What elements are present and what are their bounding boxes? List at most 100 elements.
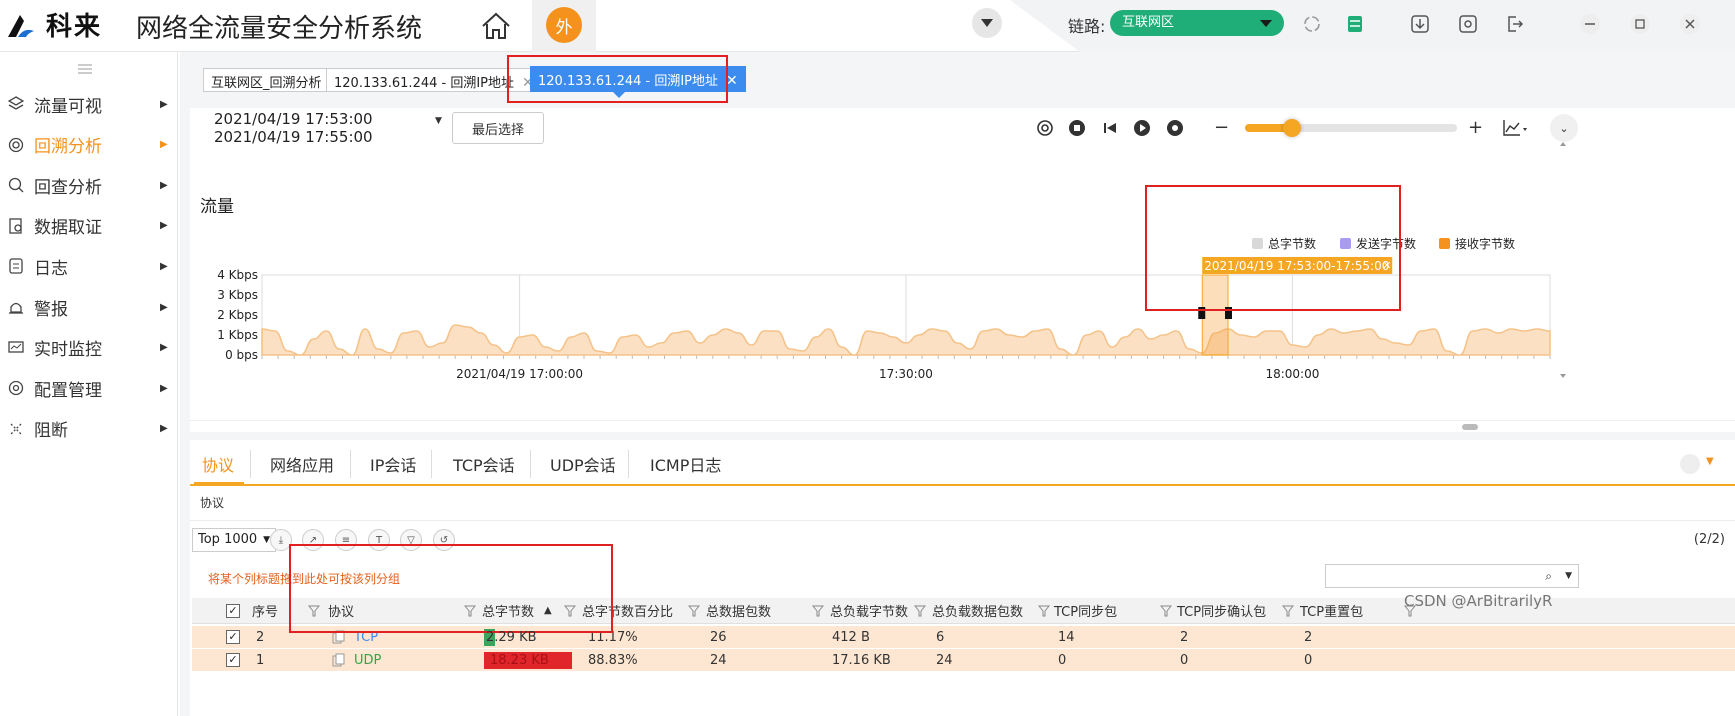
zoom-slider-thumb[interactable] bbox=[1282, 119, 1301, 137]
table-search-input[interactable]: ⌕ ▼ bbox=[1325, 564, 1579, 588]
checkbox[interactable]: ✓ bbox=[226, 603, 240, 618]
scrollbar-thumb[interactable] bbox=[1462, 424, 1478, 430]
sidebar-item[interactable]: 配置管理 ▶ bbox=[0, 366, 178, 410]
checkbox[interactable]: ✓ bbox=[226, 630, 240, 644]
zoom-out-button[interactable]: − bbox=[1214, 117, 1229, 138]
chevron-right-icon: ▶ bbox=[160, 423, 168, 435]
sidebar-item-label: 日志 bbox=[34, 258, 68, 279]
protocol-link[interactable]: UDP bbox=[354, 653, 381, 668]
col-header[interactable]: 序号 bbox=[252, 598, 278, 623]
filter-icon[interactable] bbox=[1038, 604, 1050, 618]
replay-icon[interactable] bbox=[1035, 118, 1055, 138]
sidebar-item[interactable]: 警报 ▶ bbox=[0, 285, 178, 329]
filter-icon[interactable] bbox=[1160, 604, 1172, 618]
search-icon[interactable]: ⌕ bbox=[1545, 569, 1552, 584]
table-row[interactable]: ✓ 1 UDP 18.23 KB 88.83% 24 17.16 KB 24 0… bbox=[192, 649, 1735, 671]
filter-icon[interactable] bbox=[914, 604, 926, 618]
sidebar-item[interactable]: 阻断 ▶ bbox=[0, 407, 178, 451]
tab-icmp-log[interactable]: ICMP日志 bbox=[650, 452, 721, 476]
home-icon bbox=[482, 12, 510, 39]
stop-icon[interactable] bbox=[1067, 118, 1087, 138]
sidebar-item-label: 阻断 bbox=[34, 421, 68, 442]
col-header[interactable]: 总数据包数 bbox=[706, 598, 771, 623]
sidebar-item[interactable]: 回溯分析 ▶ bbox=[0, 123, 178, 167]
col-header[interactable]: 总负载数据包数 bbox=[932, 598, 1023, 623]
filter-icon[interactable] bbox=[688, 604, 700, 618]
play-icon[interactable] bbox=[1132, 118, 1152, 138]
protocol-icon bbox=[332, 653, 345, 667]
step-back-icon[interactable] bbox=[1100, 118, 1120, 138]
tab-udp-session[interactable]: UDP会话 bbox=[550, 452, 616, 476]
tab-protocol[interactable]: 协议 bbox=[202, 452, 234, 476]
zoom-in-button[interactable]: + bbox=[1468, 117, 1483, 138]
filter-icon[interactable] bbox=[812, 604, 824, 618]
cell-no: 1 bbox=[256, 652, 265, 668]
row-checkbox-cell[interactable]: ✓ bbox=[226, 626, 240, 648]
chevron-down-icon[interactable]: ▼ bbox=[1565, 571, 1572, 581]
sidebar: 流量可视 ▶ 回溯分析 ▶ 回查分析 ▶ 数据取证 ▶ 日志 ▶ 警报 ▶ 实时监控 ▶ 配置管理 ▶ 阻断 ▶ bbox=[0, 52, 178, 716]
page-count: (2/2) bbox=[1693, 532, 1725, 547]
logo-mark-icon bbox=[8, 14, 34, 37]
link-select[interactable]: 互联网区 bbox=[1110, 10, 1284, 36]
refresh-icon[interactable] bbox=[1300, 12, 1324, 36]
sidebar-item[interactable]: 日志 ▶ bbox=[0, 244, 178, 288]
page-tab-label: 120.133.61.244 - 回溯IP地址 bbox=[334, 76, 515, 91]
chevron-right-icon: ▶ bbox=[160, 179, 168, 191]
server-icon[interactable] bbox=[1343, 12, 1367, 36]
evidence-icon bbox=[8, 218, 24, 234]
tab-tcp-session[interactable]: TCP会话 bbox=[453, 452, 515, 476]
home-button[interactable] bbox=[474, 4, 518, 48]
grid-dropdown-icon[interactable]: ▼ bbox=[1706, 456, 1714, 467]
time-start: 2021/04/19 17:53:00 bbox=[214, 110, 373, 128]
legend-swatch bbox=[1439, 238, 1450, 249]
time-range[interactable]: 2021/04/19 17:53:00 2021/04/19 17:55:00 bbox=[214, 110, 373, 146]
tab-ip-session[interactable]: IP会话 bbox=[370, 452, 416, 476]
sidebar-item[interactable]: 回查分析 ▶ bbox=[0, 163, 178, 207]
restore-icon[interactable] bbox=[1628, 12, 1652, 36]
y-tick-label: 1 Kbps bbox=[217, 328, 258, 342]
record-icon[interactable] bbox=[1165, 118, 1185, 138]
external-button[interactable]: 外 bbox=[546, 7, 582, 43]
gear-icon bbox=[8, 380, 24, 396]
checkbox[interactable]: ✓ bbox=[226, 653, 240, 667]
menu-toggle-icon[interactable] bbox=[78, 64, 92, 74]
row-checkbox-cell[interactable]: ✓ bbox=[226, 649, 240, 671]
layers-icon bbox=[7, 96, 25, 112]
time-control-row: 2021/04/19 17:53:00 2021/04/19 17:55:00 … bbox=[190, 108, 1735, 154]
col-header[interactable]: TCP同步包 bbox=[1054, 598, 1117, 623]
download-icon[interactable] bbox=[1408, 12, 1432, 36]
filter-icon[interactable] bbox=[1282, 604, 1294, 618]
sidebar-item[interactable]: 流量可视 ▶ bbox=[0, 82, 178, 126]
sidebar-item[interactable]: 实时监控 ▶ bbox=[0, 326, 178, 370]
zoom-slider[interactable] bbox=[1245, 119, 1457, 137]
tab-separator bbox=[628, 450, 629, 478]
close-icon[interactable] bbox=[1678, 12, 1702, 36]
collapse-button[interactable]: ⌄ bbox=[1550, 114, 1578, 142]
legend-label[interactable]: 接收字节数 bbox=[1455, 236, 1515, 251]
chart-type-icon[interactable] bbox=[1502, 118, 1528, 138]
link-label: 链路: bbox=[1068, 17, 1106, 36]
col-header[interactable]: TCP重置包 bbox=[1300, 598, 1363, 623]
last-select-button[interactable]: 最后选择 bbox=[452, 112, 544, 144]
settings-icon[interactable] bbox=[1456, 12, 1480, 36]
vertical-scrollbar[interactable] bbox=[1558, 140, 1568, 380]
col-header[interactable]: 总负载字节数 bbox=[830, 598, 908, 623]
topn-select[interactable]: Top 1000 ▼ bbox=[192, 528, 276, 552]
chevron-right-icon: ▶ bbox=[160, 301, 168, 313]
col-header[interactable]: TCP同步确认包 bbox=[1177, 598, 1266, 623]
tab-network-app[interactable]: 网络应用 bbox=[270, 452, 334, 476]
app-title: 网络全流量安全分析系统 bbox=[136, 14, 423, 44]
grid-layout-icon[interactable] bbox=[1680, 454, 1700, 474]
page-tab[interactable]: 互联网区_回溯分析 bbox=[203, 68, 330, 92]
chart-horizontal-scrollbar[interactable] bbox=[190, 420, 1735, 432]
chart-title: 流量 bbox=[200, 197, 234, 217]
backtrace-icon bbox=[8, 137, 24, 153]
cell-protocol[interactable]: UDP bbox=[332, 649, 381, 671]
header-checkbox-cell[interactable]: ✓ bbox=[226, 598, 240, 623]
sidebar-item[interactable]: 数据取证 ▶ bbox=[0, 204, 178, 248]
logout-icon[interactable] bbox=[1503, 12, 1527, 36]
cell-rst: 0 bbox=[1304, 652, 1313, 668]
time-dropdown-icon[interactable]: ▼ bbox=[435, 116, 442, 126]
top-dropdown-button[interactable] bbox=[972, 8, 1002, 38]
minimize-icon[interactable] bbox=[1578, 12, 1602, 36]
